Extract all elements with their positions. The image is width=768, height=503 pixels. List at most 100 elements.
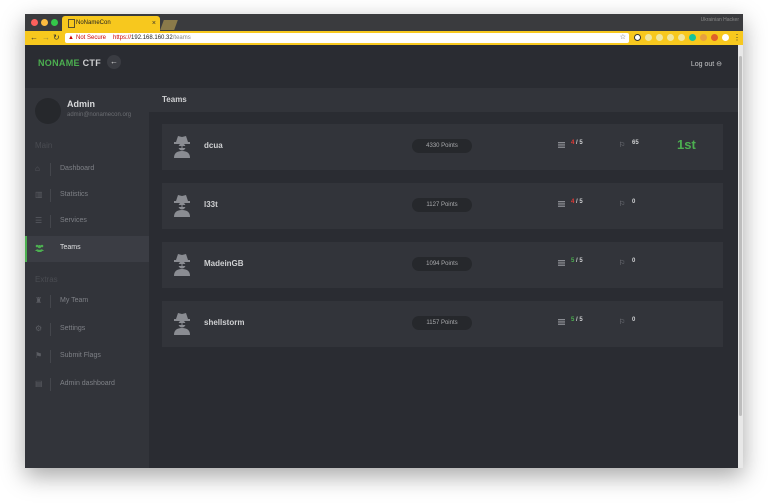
new-tab-button[interactable] — [160, 20, 178, 30]
address-toolbar: ← → ↻ ▲ Not Secure https://192.168.160.3… — [25, 31, 743, 45]
extension-icon-5[interactable] — [700, 34, 707, 41]
sidebar-item-dashboard[interactable]: ⌂ Dashboard — [25, 157, 149, 183]
services-status: 4 / 5 — [571, 140, 583, 146]
address-bar[interactable]: ▲ Not Secure https://192.168.160.32/team… — [65, 33, 629, 43]
logout-link[interactable]: Log out ⊖ — [691, 60, 722, 68]
services-status: 5 / 5 — [571, 317, 583, 323]
grammarly-icon[interactable] — [689, 34, 696, 41]
flag-icon: ⚐ — [619, 319, 626, 326]
page-content: NONAME CTF ← Log out ⊖ Admin admin@nonam… — [25, 45, 743, 468]
user-name: Admin — [67, 99, 95, 109]
sidebar-item-label: Submit Flags — [60, 352, 101, 359]
flags-count: 0 — [632, 199, 636, 205]
sidebar-item-services[interactable]: ☰ Services — [25, 209, 149, 235]
services-total-count: 5 — [579, 199, 583, 205]
item-divider — [50, 350, 51, 363]
points-badge: 4330 Points — [412, 139, 472, 153]
maximize-window-button[interactable] — [51, 19, 58, 26]
sidebar: Admin admin@nonamecon.org Main ⌂ Dashboa… — [25, 88, 149, 468]
services-icon — [558, 319, 565, 325]
team-card[interactable]: shellstorm 1157 Points 5 / 5 ⚐ 0 — [162, 301, 723, 347]
points-badge: 1094 Points — [412, 257, 472, 271]
tab-title: NoNameCon — [76, 20, 111, 26]
browser-window: NoNameCon × Ukrainian Hacker ← → ↻ ▲ Not… — [25, 14, 743, 468]
security-label[interactable]: Not Secure — [76, 33, 106, 43]
brand-part1: NONAME — [38, 58, 80, 68]
team-card[interactable]: dcua 4330 Points 4 / 5 ⚐ 65 1st — [162, 124, 723, 170]
item-divider — [50, 295, 51, 308]
sidebar-item-settings[interactable]: ⚙ Settings — [25, 317, 149, 343]
flag-icon: ⚐ — [619, 142, 626, 149]
profile-label[interactable]: Ukrainian Hacker — [701, 17, 739, 23]
points-badge: 1127 Points — [412, 198, 472, 212]
flags-count: 0 — [632, 258, 636, 264]
sidebar-item-label: Teams — [60, 244, 81, 251]
sidebar-item-admin-dashboard[interactable]: ▤ Admin dashboard — [25, 372, 149, 398]
spy-icon — [174, 254, 190, 276]
team-name[interactable]: shellstorm — [204, 318, 244, 327]
sidebar-item-label: My Team — [60, 297, 89, 304]
services-icon — [558, 201, 565, 207]
list-icon: ☰ — [35, 216, 43, 225]
sidebar-item-label: Settings — [60, 325, 86, 332]
minimize-window-button[interactable] — [41, 19, 48, 26]
browser-tab-active[interactable]: NoNameCon × — [62, 16, 160, 31]
page-header: Teams — [149, 88, 738, 112]
users-icon — [35, 244, 44, 252]
page-icon — [68, 19, 75, 28]
services-total-count: 5 — [579, 140, 583, 146]
services-icon — [558, 260, 565, 266]
item-divider — [50, 189, 51, 202]
info-extension-icon[interactable] — [634, 34, 641, 41]
sidebar-item-label: Dashboard — [60, 165, 95, 172]
extension-icon-3[interactable] — [667, 34, 674, 41]
spy-icon — [174, 195, 190, 217]
sidebar-item-statistics[interactable]: ▥ Statistics — [25, 183, 149, 209]
reload-icon[interactable]: ↻ — [53, 32, 60, 44]
bookmark-star-icon[interactable]: ☆ — [620, 33, 626, 43]
section-label-extras: Extras — [35, 275, 58, 284]
flags-count: 65 — [632, 140, 639, 146]
points-badge: 1157 Points — [412, 316, 472, 330]
chart-icon: ▥ — [35, 190, 43, 199]
extension-icon-6[interactable] — [711, 34, 718, 41]
brand-logo[interactable]: NONAME CTF — [38, 58, 101, 68]
sidebar-item-label: Services — [60, 217, 87, 224]
team-name[interactable]: l33t — [204, 200, 218, 209]
url-text[interactable]: https://192.168.160.32/teams — [113, 33, 191, 43]
tab-bar: NoNameCon × Ukrainian Hacker — [25, 14, 743, 31]
url-scheme: https:// — [113, 35, 132, 41]
admin-chart-icon: ▤ — [35, 379, 43, 388]
avatar — [35, 98, 61, 124]
sidebar-item-teams[interactable]: Teams — [25, 236, 149, 262]
team-name[interactable]: dcua — [204, 141, 223, 150]
item-divider — [50, 378, 51, 391]
warning-icon: ▲ — [68, 35, 74, 41]
forward-icon[interactable]: → — [42, 32, 50, 44]
extension-icon-2[interactable] — [656, 34, 663, 41]
extension-icon-7[interactable] — [722, 34, 729, 41]
team-card[interactable]: MadeinGB 1094 Points 5 / 5 ⚐ 0 — [162, 242, 723, 288]
sidebar-toggle-button[interactable]: ← — [107, 55, 121, 69]
item-divider — [50, 323, 51, 336]
extension-icon-4[interactable] — [678, 34, 685, 41]
tab-close-icon[interactable]: × — [152, 16, 156, 31]
services-status: 4 / 5 — [571, 199, 583, 205]
section-label-main: Main — [35, 141, 53, 150]
services-status: 5 / 5 — [571, 258, 583, 264]
sidebar-item-my-team[interactable]: ♜ My Team — [25, 289, 149, 315]
user-email: admin@nonamecon.org — [67, 112, 132, 118]
sidebar-item-submit-flags[interactable]: ⚑ Submit Flags — [25, 344, 149, 370]
gear-icon: ⚙ — [35, 324, 43, 333]
team-card[interactable]: l33t 1127 Points 4 / 5 ⚐ 0 — [162, 183, 723, 229]
close-window-button[interactable] — [31, 19, 38, 26]
team-name[interactable]: MadeinGB — [204, 259, 244, 268]
back-icon[interactable]: ← — [30, 32, 38, 44]
url-path: /teams — [172, 35, 191, 41]
menu-icon[interactable]: ⋮ — [733, 32, 741, 44]
extension-icon-1[interactable] — [645, 34, 652, 41]
sidebar-item-label: Statistics — [60, 191, 89, 198]
scrollbar-thumb[interactable] — [739, 56, 742, 416]
home-icon: ⌂ — [35, 164, 40, 173]
sidebar-item-label: Admin dashboard — [60, 380, 115, 387]
